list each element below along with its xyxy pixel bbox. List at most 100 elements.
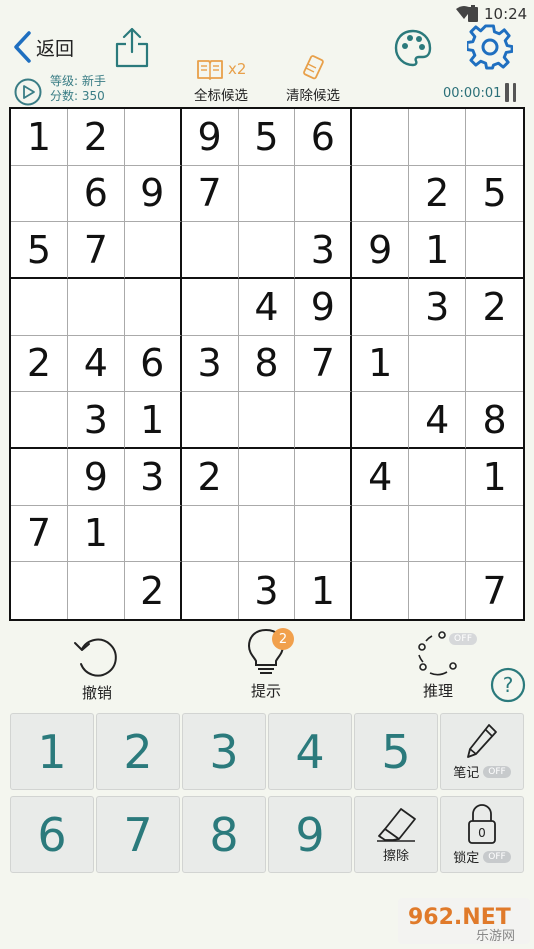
board-cell-r4-c3[interactable] xyxy=(124,279,182,336)
back-button[interactable]: 返回 xyxy=(12,30,74,64)
board-cell-r3-c6[interactable]: 3 xyxy=(295,222,353,279)
board-cell-r7-c1[interactable] xyxy=(11,449,68,506)
board-cell-r2-c6[interactable] xyxy=(295,165,353,223)
board-cell-r6-c7[interactable] xyxy=(352,392,410,449)
board-cell-r6-c4[interactable] xyxy=(181,392,239,449)
board-cell-r6-c9[interactable]: 8 xyxy=(466,392,523,449)
board-cell-r3-c5[interactable] xyxy=(238,222,296,279)
board-cell-r4-c5[interactable]: 4 xyxy=(238,279,296,336)
board-cell-r9-c5[interactable]: 3 xyxy=(239,562,296,619)
board-cell-r2-c7[interactable] xyxy=(352,165,410,223)
board-cell-r5-c9[interactable] xyxy=(466,336,523,393)
palette-icon[interactable] xyxy=(393,28,433,68)
board-cell-r3-c7[interactable]: 9 xyxy=(352,222,410,279)
play-circle-icon[interactable] xyxy=(13,77,43,107)
board-cell-r1-c7[interactable] xyxy=(352,109,410,166)
board-cell-r3-c9[interactable] xyxy=(466,222,523,279)
board-cell-r2-c3[interactable]: 9 xyxy=(124,165,182,223)
board-cell-r9-c4[interactable] xyxy=(182,562,239,619)
all-notes-label[interactable]: 全标候选 xyxy=(186,84,256,104)
gear-icon[interactable] xyxy=(467,24,513,70)
board-cell-r5-c1[interactable]: 2 xyxy=(11,335,68,393)
board-cell-r8-c8[interactable] xyxy=(409,505,467,563)
digit-key-1[interactable]: 1 xyxy=(10,713,94,790)
board-cell-r1-c4[interactable]: 9 xyxy=(181,109,239,166)
erase-button[interactable]: 擦除 xyxy=(354,796,438,873)
digit-key-7[interactable]: 7 xyxy=(96,796,180,873)
board-cell-r2-c1[interactable] xyxy=(11,165,68,223)
digit-key-8[interactable]: 8 xyxy=(182,796,266,873)
board-cell-r3-c3[interactable] xyxy=(124,222,182,279)
board-cell-r9-c1[interactable] xyxy=(11,562,68,619)
board-cell-r7-c2[interactable]: 9 xyxy=(67,449,125,506)
board-cell-r6-c8[interactable]: 4 xyxy=(409,392,467,449)
board-cell-r9-c6[interactable]: 1 xyxy=(295,562,353,619)
board-cell-r7-c6[interactable] xyxy=(295,449,353,506)
digit-key-5[interactable]: 5 xyxy=(354,713,438,790)
board-cell-r1-c5[interactable]: 5 xyxy=(238,109,296,166)
board-cell-r1-c3[interactable] xyxy=(124,109,182,166)
board-cell-r4-c2[interactable] xyxy=(67,279,125,336)
board-cell-r5-c4[interactable]: 3 xyxy=(181,335,239,393)
board-cell-r2-c5[interactable] xyxy=(238,165,296,223)
digit-key-4[interactable]: 4 xyxy=(268,713,352,790)
board-cell-r7-c7[interactable]: 4 xyxy=(352,449,410,506)
board-cell-r7-c9[interactable]: 1 xyxy=(466,449,523,506)
board-cell-r3-c4[interactable] xyxy=(181,222,239,279)
board-cell-r7-c3[interactable]: 3 xyxy=(124,449,182,506)
digit-key-6[interactable]: 6 xyxy=(10,796,94,873)
board-cell-r6-c6[interactable] xyxy=(295,392,353,449)
board-cell-r6-c2[interactable]: 3 xyxy=(67,392,125,449)
clear-notes-label[interactable]: 清除候选 xyxy=(278,84,348,104)
board-cell-r8-c7[interactable] xyxy=(352,505,410,563)
digit-key-3[interactable]: 3 xyxy=(182,713,266,790)
pause-icon[interactable] xyxy=(505,83,519,102)
board-cell-r8-c9[interactable] xyxy=(466,506,523,563)
board-cell-r8-c2[interactable]: 1 xyxy=(67,505,125,563)
inference-button[interactable]: OFF 推理 xyxy=(407,629,478,701)
board-cell-r9-c3[interactable]: 2 xyxy=(125,562,182,619)
board-cell-r1-c6[interactable]: 6 xyxy=(295,109,353,166)
board-cell-r3-c1[interactable]: 5 xyxy=(11,222,68,279)
board-cell-r6-c1[interactable] xyxy=(11,392,68,449)
board-cell-r8-c1[interactable]: 7 xyxy=(11,505,68,563)
board-cell-r9-c2[interactable] xyxy=(68,562,125,619)
board-cell-r6-c5[interactable] xyxy=(238,392,296,449)
board-cell-r2-c8[interactable]: 2 xyxy=(409,165,467,223)
help-icon[interactable]: ? xyxy=(490,667,526,703)
lock-toggle-button[interactable]: 0 锁定 OFF xyxy=(440,796,524,873)
board-cell-r4-c1[interactable] xyxy=(11,279,68,336)
digit-key-9[interactable]: 9 xyxy=(268,796,352,873)
board-cell-r5-c3[interactable]: 6 xyxy=(124,335,182,393)
digit-key-2[interactable]: 2 xyxy=(96,713,180,790)
board-cell-r2-c2[interactable]: 6 xyxy=(67,165,125,223)
board-cell-r1-c9[interactable] xyxy=(466,109,523,166)
board-cell-r8-c6[interactable] xyxy=(295,505,353,563)
board-cell-r1-c1[interactable]: 1 xyxy=(11,109,68,166)
board-cell-r4-c8[interactable]: 3 xyxy=(409,279,467,336)
board-cell-r9-c9[interactable]: 7 xyxy=(466,562,523,619)
board-cell-r5-c8[interactable] xyxy=(409,335,467,393)
board-cell-r3-c2[interactable]: 7 xyxy=(67,222,125,279)
board-cell-r4-c7[interactable] xyxy=(352,279,410,336)
notes-toggle-button[interactable]: 笔记 OFF xyxy=(440,713,524,790)
board-cell-r2-c9[interactable]: 5 xyxy=(466,166,523,223)
board-cell-r3-c8[interactable]: 1 xyxy=(409,222,467,279)
share-icon[interactable] xyxy=(113,26,151,68)
board-cell-r7-c4[interactable]: 2 xyxy=(181,449,239,506)
all-notes-button[interactable]: x2 xyxy=(196,58,246,80)
board-cell-r8-c5[interactable] xyxy=(238,505,296,563)
undo-button[interactable]: 撤销 xyxy=(68,634,126,703)
board-cell-r5-c2[interactable]: 4 xyxy=(67,335,125,393)
eraser-notes-icon[interactable] xyxy=(299,54,327,82)
board-cell-r8-c3[interactable] xyxy=(124,505,182,563)
board-cell-r7-c5[interactable] xyxy=(238,449,296,506)
board-cell-r7-c8[interactable] xyxy=(409,449,467,506)
board-cell-r4-c9[interactable]: 2 xyxy=(466,279,523,336)
board-cell-r4-c4[interactable] xyxy=(181,279,239,336)
board-cell-r9-c7[interactable] xyxy=(352,562,410,619)
board-cell-r1-c8[interactable] xyxy=(409,109,467,166)
board-cell-r9-c8[interactable] xyxy=(409,562,467,619)
board-cell-r5-c6[interactable]: 7 xyxy=(295,335,353,393)
board-cell-r8-c4[interactable] xyxy=(181,505,239,563)
